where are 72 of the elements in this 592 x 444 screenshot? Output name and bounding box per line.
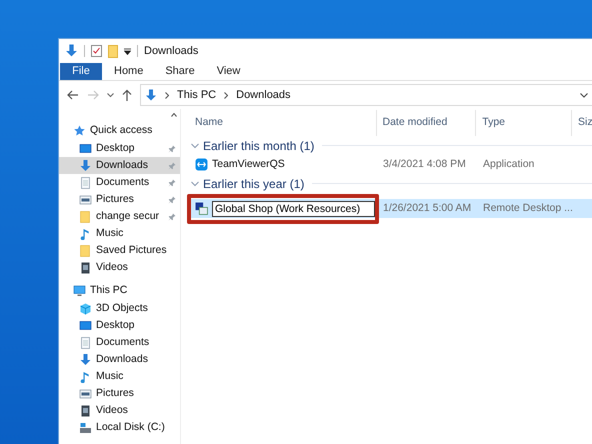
- nav-section[interactable]: This PC: [59, 282, 180, 300]
- computer-icon: [73, 285, 86, 297]
- file-row[interactable]: TeamViewerQS 3/4/2021 4:08 PM Application: [187, 155, 592, 174]
- nav-item[interactable]: Downloads: [59, 157, 180, 174]
- back-arrow-icon[interactable]: [67, 90, 79, 100]
- picture-icon: [79, 194, 92, 206]
- ribbon-tab[interactable]: Home: [104, 63, 154, 80]
- remote-desktop-icon: [195, 202, 208, 215]
- down-arrow-icon: [79, 160, 92, 172]
- breadcrumb[interactable]: This PC: [177, 86, 216, 104]
- caret-icon[interactable]: [124, 48, 131, 54]
- column-header[interactable]: Siz: [572, 110, 592, 136]
- document-icon: [79, 336, 92, 348]
- nav-item[interactable]: change secur: [59, 208, 180, 225]
- group-header[interactable]: Earlier this year (1): [203, 174, 304, 192]
- breadcrumb[interactable]: Downloads: [236, 86, 291, 104]
- file-tab[interactable]: File: [60, 63, 102, 80]
- pin-icon[interactable]: [168, 144, 176, 152]
- chevron-right-icon[interactable]: [165, 92, 169, 98]
- nav-item[interactable]: Videos: [59, 259, 180, 276]
- up-arrow-icon[interactable]: [122, 89, 132, 101]
- monitor-icon: [79, 320, 92, 332]
- checkbox-icon[interactable]: [91, 45, 102, 57]
- nav-item[interactable]: Music: [59, 368, 180, 385]
- picture-icon: [79, 388, 92, 400]
- type-cell-text: Application: [482, 156, 536, 172]
- pin-icon[interactable]: [168, 196, 176, 204]
- app-icon: [195, 158, 208, 171]
- nav-item[interactable]: Videos: [59, 402, 180, 419]
- nav-item[interactable]: Downloads: [59, 351, 180, 368]
- cube-icon: [79, 302, 92, 314]
- chevron-down-icon[interactable]: [580, 92, 588, 98]
- ribbon-tab[interactable]: Share: [155, 63, 205, 80]
- window-title: Downloads: [144, 44, 198, 59]
- column-header[interactable]: Name: [187, 110, 376, 136]
- chevron-down-icon[interactable]: [107, 92, 114, 98]
- scroll-up-icon[interactable]: [171, 113, 177, 117]
- nav-item[interactable]: Documents: [59, 174, 180, 191]
- down-arrow-icon: [145, 88, 157, 102]
- nav-item[interactable]: Desktop: [59, 140, 180, 157]
- nav-item[interactable]: Local Disk (C:): [59, 419, 180, 436]
- nav-item[interactable]: Pictures: [59, 191, 180, 208]
- column-header[interactable]: Type: [476, 110, 572, 136]
- drive-icon: [79, 422, 92, 434]
- document-icon: [79, 176, 92, 188]
- type-cell-text: Remote Desktop ...: [482, 200, 573, 216]
- ribbon-tab[interactable]: View: [206, 63, 250, 80]
- film-icon: [79, 262, 92, 274]
- date-cell-text: 3/4/2021 4:08 PM: [382, 156, 467, 172]
- folder-icon: [79, 244, 92, 256]
- group-header[interactable]: Earlier this month (1): [203, 136, 314, 154]
- star-icon: [73, 125, 86, 137]
- nav-item[interactable]: Saved Pictures: [59, 242, 180, 259]
- date-cell-text: 1/26/2021 5:00 AM: [382, 200, 472, 216]
- nav-item[interactable]: 3D Objects: [59, 300, 180, 317]
- pin-icon[interactable]: [168, 178, 176, 186]
- folder-icon: [79, 210, 92, 222]
- film-icon: [79, 404, 92, 416]
- monitor-icon: [79, 142, 92, 154]
- rename-field[interactable]: Global Shop (Work Resources): [212, 200, 376, 216]
- pin-icon[interactable]: [168, 212, 176, 220]
- down-arrow-icon[interactable]: [65, 44, 78, 58]
- address-bar[interactable]: This PC Downloads: [140, 84, 592, 106]
- nav-section[interactable]: Quick access: [59, 122, 180, 140]
- nav-item[interactable]: Documents: [59, 334, 180, 351]
- column-header[interactable]: Date modified: [376, 110, 476, 136]
- down-arrow-icon: [79, 354, 92, 366]
- nav-item[interactable]: Desktop: [59, 317, 180, 334]
- file-name: TeamViewerQS: [212, 156, 285, 172]
- nav-item[interactable]: Pictures: [59, 385, 180, 402]
- chevron-right-icon[interactable]: [224, 92, 228, 98]
- nav-item[interactable]: Music: [59, 225, 180, 242]
